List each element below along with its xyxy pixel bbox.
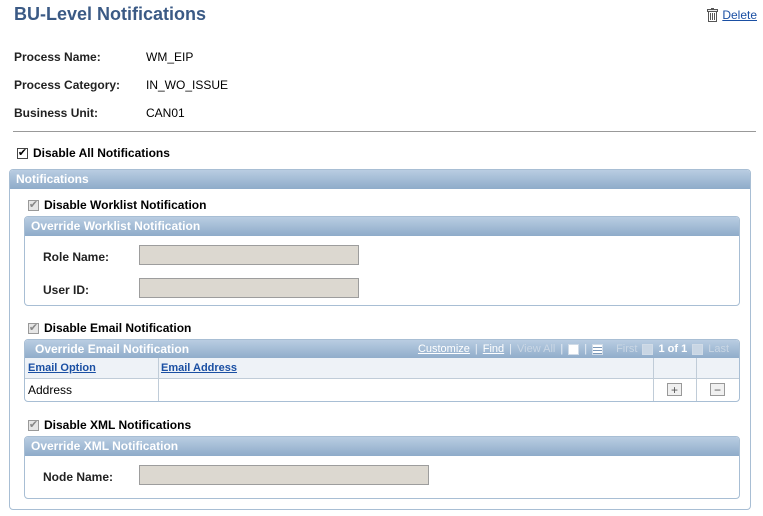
role-name-label: Role Name:: [43, 250, 110, 264]
toolbar-separator: |: [584, 343, 588, 355]
delete-row-button[interactable]: −: [710, 383, 725, 396]
grid-header-row: [25, 358, 739, 379]
download-icon[interactable]: [568, 344, 580, 355]
process-category-label: Process Category:: [14, 78, 121, 92]
disable-xml-label: Disable XML Notifications: [44, 418, 192, 432]
node-name-label: Node Name:: [43, 470, 114, 484]
process-category-value: IN_WO_ISSUE: [146, 78, 229, 92]
disable-worklist-label: Disable Worklist Notification: [44, 198, 207, 212]
col-divider: [158, 358, 159, 401]
xml-row: ✔ Disable XML Notifications: [28, 418, 191, 432]
toolbar-separator: |: [509, 343, 513, 355]
process-name-label: Process Name:: [14, 50, 101, 64]
disable-all-row: ✔ Disable All Notifications: [17, 146, 170, 160]
col-divider: [653, 358, 654, 401]
process-name-value: WM_EIP: [146, 50, 194, 64]
node-name-input[interactable]: [139, 465, 429, 485]
override-email-title: Override Email Notification: [35, 342, 190, 356]
toolbar-separator: |: [474, 343, 478, 355]
notifications-header: Notifications: [10, 170, 750, 189]
customize-link[interactable]: Customize: [418, 340, 470, 359]
email-option-cell: Address: [28, 383, 73, 397]
col-email-option[interactable]: Email Option: [28, 362, 96, 374]
disable-email-label: Disable Email Notification: [44, 321, 192, 335]
col-divider: [696, 358, 697, 401]
row-position: 1 of 1: [658, 343, 688, 355]
view-all-link[interactable]: View All: [517, 340, 555, 359]
minus-icon: −: [713, 382, 721, 397]
divider: [13, 131, 756, 132]
user-id-input[interactable]: [139, 278, 359, 298]
disable-xml-checkbox[interactable]: ✔: [28, 419, 39, 431]
next-arrow-icon[interactable]: [692, 344, 704, 355]
override-email-header: Override Email Notification Customize | …: [25, 340, 739, 359]
disable-all-checkbox[interactable]: ✔: [17, 147, 28, 159]
disable-all-label: Disable All Notifications: [33, 146, 170, 160]
page-title: BU-Level Notifications: [14, 4, 207, 24]
business-unit-label: Business Unit:: [14, 106, 99, 120]
previous-arrow-icon[interactable]: [642, 344, 654, 355]
toolbar-separator: |: [560, 343, 564, 355]
worklist-row: ✔ Disable Worklist Notification: [28, 198, 206, 212]
trash-icon: [707, 8, 719, 22]
delete-control[interactable]: Delete: [707, 8, 757, 22]
add-row-button[interactable]: +: [667, 383, 682, 396]
last-link[interactable]: Last: [708, 340, 729, 359]
grid-toolbar: Customize | Find | View All | | First 1 …: [418, 340, 729, 359]
override-worklist-box: Override Worklist Notification: [24, 216, 740, 306]
user-id-label: User ID:: [43, 283, 90, 297]
override-worklist-header: Override Worklist Notification: [25, 217, 739, 236]
override-xml-header: Override XML Notification: [25, 437, 739, 456]
role-name-input[interactable]: [139, 245, 359, 265]
business-unit-value: CAN01: [146, 106, 185, 120]
delete-link[interactable]: Delete: [722, 8, 757, 22]
email-row: ✔ Disable Email Notification: [28, 321, 191, 335]
first-link[interactable]: First: [616, 340, 637, 359]
spreadsheet-icon[interactable]: [592, 344, 604, 355]
col-email-address[interactable]: Email Address: [161, 362, 237, 374]
plus-icon: +: [670, 382, 678, 397]
find-link[interactable]: Find: [483, 340, 504, 359]
disable-worklist-checkbox[interactable]: ✔: [28, 199, 39, 211]
disable-email-checkbox[interactable]: ✔: [28, 322, 39, 334]
